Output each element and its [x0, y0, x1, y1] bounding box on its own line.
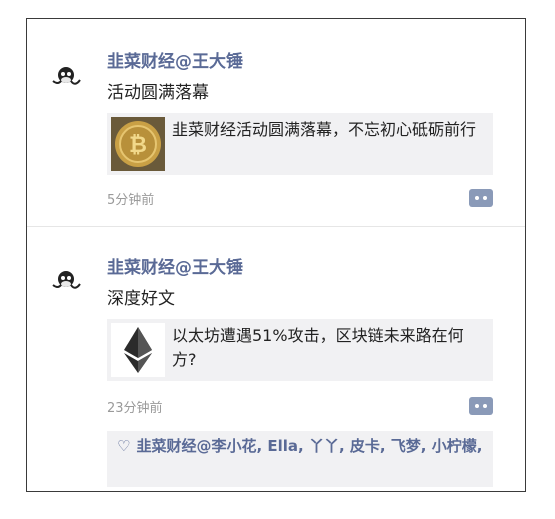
link-thumbnail	[111, 323, 165, 377]
feed-post: 韭菜财经@王大锤 深度好文 以太坊遭遇51%攻击，区块链未来路在何方? 23分钟…	[27, 227, 525, 491]
post-text: 深度好文	[107, 289, 175, 309]
author-name[interactable]: 韭菜财经@王大锤	[107, 47, 243, 72]
comment-button[interactable]	[469, 397, 493, 415]
likes-list: ♡ 韭菜财经@李小花, Ella, 丫丫, 皮卡, 飞梦, 小柠檬,	[107, 431, 493, 487]
shared-link-card[interactable]: 以太坊遭遇51%攻击，区块链未来路在何方?	[107, 319, 493, 381]
avatar[interactable]	[49, 267, 83, 297]
post-timestamp: 5分钟前	[107, 193, 155, 208]
link-title: 韭菜财经活动圆满落幕，不忘初心砥砺前行	[172, 120, 477, 139]
post-text: 活动圆满落幕	[107, 83, 209, 103]
link-title: 以太坊遭遇51%攻击，区块链未来路在何方?	[172, 326, 464, 369]
liked-by-names[interactable]: 韭菜财经@李小花, Ella, 丫丫, 皮卡, 飞梦, 小柠檬,	[136, 437, 482, 455]
post-timestamp: 23分钟前	[107, 401, 163, 416]
author-name[interactable]: 韭菜财经@王大锤	[107, 253, 243, 278]
feed-post: 韭菜财经@王大锤 活动圆满落幕 ₿ 韭菜财经活动圆满落幕，不忘初心砥砺前行 5分…	[27, 19, 525, 227]
comment-button[interactable]	[469, 189, 493, 207]
moments-feed: 韭菜财经@王大锤 活动圆满落幕 ₿ 韭菜财经活动圆满落幕，不忘初心砥砺前行 5分…	[26, 18, 526, 492]
link-thumbnail: ₿	[111, 117, 165, 171]
svg-text:₿: ₿	[129, 133, 147, 158]
bitcoin-coin-icon: ₿	[111, 117, 165, 171]
heart-outline-icon: ♡	[117, 437, 131, 455]
ethereum-logo-icon	[111, 323, 165, 377]
cartoon-avatar-icon	[52, 271, 81, 289]
comment-bubble-icon	[469, 397, 493, 415]
comment-bubble-icon	[469, 189, 493, 207]
avatar[interactable]	[49, 63, 83, 93]
cartoon-avatar-icon	[52, 67, 81, 85]
shared-link-card[interactable]: ₿ 韭菜财经活动圆满落幕，不忘初心砥砺前行	[107, 113, 493, 175]
